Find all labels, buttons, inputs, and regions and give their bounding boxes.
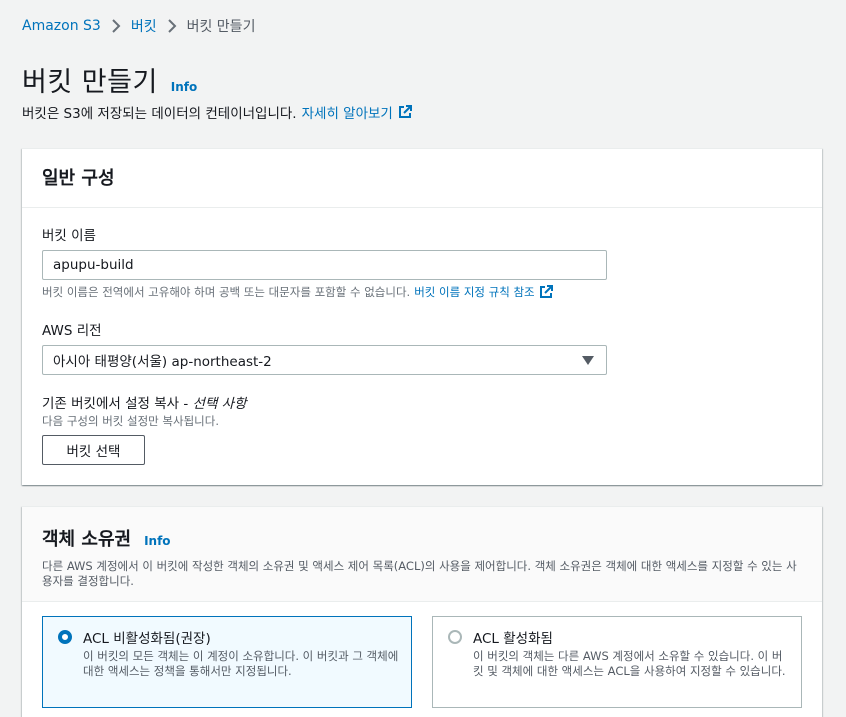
breadcrumb-current: 버킷 만들기: [186, 19, 256, 35]
bucket-name-hint-text: 버킷 이름은 전역에서 고유해야 하며 공백 또는 대문자를 포함할 수 없습니…: [42, 285, 411, 299]
copy-settings-field: 기존 버킷에서 설정 복사 - 선택 사항 다음 구성의 버킷 설정만 복사됩니…: [42, 392, 247, 465]
option-title: ACL 비활성화됨(권장): [83, 631, 211, 647]
region-label: AWS 리전: [42, 323, 102, 339]
info-link[interactable]: Info: [144, 534, 170, 548]
external-link-icon[interactable]: [398, 105, 412, 119]
panel-header: 객체 소유권 Info 다른 AWS 계정에서 이 버킷에 작성한 객체의 소유…: [22, 507, 822, 602]
panel-header: 일반 구성: [22, 149, 822, 208]
learn-more-link[interactable]: 자세히 알아보기: [302, 102, 393, 122]
copy-settings-label: 기존 버킷에서 설정 복사 - 선택 사항: [42, 392, 247, 412]
bucket-name-hint: 버킷 이름은 전역에서 고유해야 하며 공백 또는 대문자를 포함할 수 없습니…: [42, 284, 607, 300]
bucket-name-label: 버킷 이름: [42, 228, 96, 244]
breadcrumb: Amazon S3 버킷 버킷 만들기: [22, 16, 255, 36]
page-title: 버킷 만들기: [22, 67, 158, 98]
panel-title: 객체 소유권: [42, 529, 132, 550]
region-select[interactable]: 아시아 태평양(서울) ap-northeast-2: [42, 345, 607, 375]
page-description: 버킷은 S3에 저장되는 데이터의 컨테이너입니다. 자세히 알아보기: [22, 102, 412, 122]
region-field: AWS 리전 아시아 태평양(서울) ap-northeast-2: [42, 319, 607, 375]
external-link-icon[interactable]: [539, 285, 553, 299]
optional-label: 선택 사항: [192, 396, 247, 412]
option-title: ACL 활성화됨: [473, 631, 553, 647]
breadcrumb-amazon-s3[interactable]: Amazon S3: [22, 18, 101, 34]
choose-bucket-button[interactable]: 버킷 선택: [42, 435, 145, 465]
region-select-value: 아시아 태평양(서울) ap-northeast-2: [53, 354, 272, 370]
general-configuration-panel: 일반 구성 버킷 이름 버킷 이름은 전역에서 고유해야 하며 공백 또는 대문…: [22, 148, 822, 485]
radio-button-selected[interactable]: [58, 630, 72, 644]
info-link[interactable]: Info: [171, 80, 197, 94]
copy-settings-hint: 다음 구성의 버킷 설정만 복사됩니다.: [42, 414, 219, 428]
panel-description: 다른 AWS 계정에서 이 버킷에 작성한 객체의 소유권 및 액세스 제어 목…: [42, 559, 797, 588]
page-description-text: 버킷은 S3에 저장되는 데이터의 컨테이너입니다.: [22, 106, 297, 122]
object-ownership-panel: 객체 소유권 Info 다른 AWS 계정에서 이 버킷에 작성한 객체의 소유…: [22, 506, 822, 717]
chevron-right-icon: [101, 16, 131, 36]
option-description: 이 버킷의 객체는 다른 AWS 계정에서 소유할 수 있습니다. 이 버킷 및…: [473, 649, 786, 678]
chevron-right-icon: [157, 16, 187, 36]
panel-title: 일반 구성: [42, 168, 115, 189]
copy-settings-label-text: 기존 버킷에서 설정 복사 -: [42, 396, 189, 412]
radio-button[interactable]: [448, 630, 462, 644]
bucket-name-input[interactable]: [42, 250, 607, 280]
panel-title-row: 객체 소유권 Info: [42, 525, 802, 551]
acl-disabled-option[interactable]: ACL 비활성화됨(권장) 이 버킷의 모든 객체는 이 계정이 소유합니다. …: [42, 616, 412, 708]
acl-enabled-option[interactable]: ACL 활성화됨 이 버킷의 객체는 다른 AWS 계정에서 소유할 수 있습니…: [432, 616, 802, 708]
caret-down-icon: [582, 355, 594, 365]
page-header: 버킷 만들기 Info: [22, 60, 197, 99]
option-description: 이 버킷의 모든 객체는 이 계정이 소유합니다. 이 버킷과 그 객체에 대한…: [83, 649, 399, 678]
breadcrumb-buckets[interactable]: 버킷: [131, 16, 157, 36]
bucket-naming-rules-link[interactable]: 버킷 이름 지정 규칙 참조: [414, 284, 534, 300]
bucket-name-field: 버킷 이름 버킷 이름은 전역에서 고유해야 하며 공백 또는 대문자를 포함할…: [42, 224, 607, 300]
